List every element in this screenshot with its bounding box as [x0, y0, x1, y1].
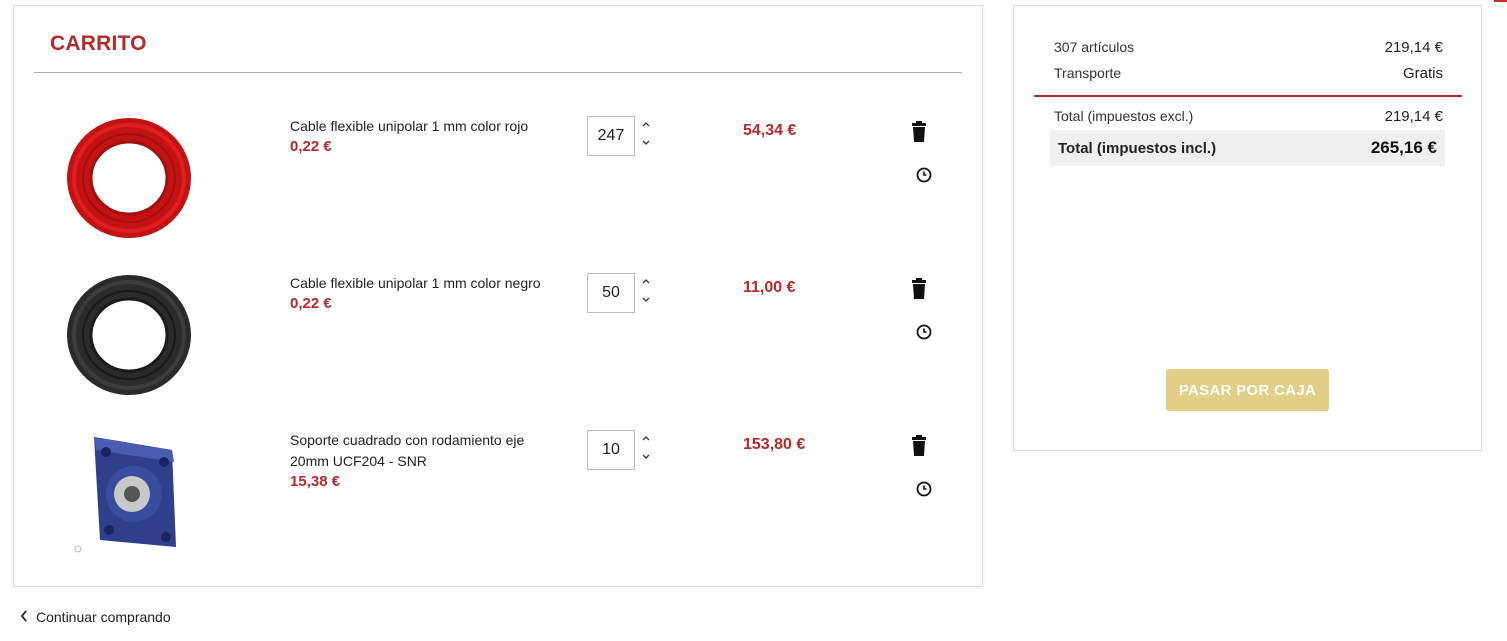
clock-icon[interactable] [915, 480, 933, 498]
total-incl-value: 265,16 € [1370, 138, 1437, 157]
summary-total-excl-row: Total (impuestos excl.) 219,14 € [1054, 108, 1443, 125]
summary-shipping-row: Transporte Gratis [1054, 65, 1443, 82]
product-name[interactable]: Cable flexible unipolar 1 mm color negro [290, 273, 555, 294]
chevron-left-icon [20, 609, 28, 625]
cart-item: Cable flexible unipolar 1 mm color negro… [14, 259, 982, 416]
chevron-up-icon[interactable] [639, 430, 653, 446]
total-excl-label: Total (impuestos excl.) [1054, 108, 1194, 124]
summary-total-incl-row: Total (impuestos incl.) 265,16 € [1050, 130, 1445, 166]
unit-price: 0,22 € [290, 138, 332, 155]
total-excl-value: 219,14 € [1384, 108, 1443, 125]
chevron-down-icon[interactable] [639, 291, 653, 307]
trash-icon[interactable] [909, 278, 929, 300]
trash-icon[interactable] [909, 121, 929, 143]
product-name[interactable]: Cable flexible unipolar 1 mm color rojo [290, 116, 555, 137]
summary-divider [1034, 95, 1462, 97]
summary-items-row: 307 artículos 219,14 € [1054, 39, 1443, 56]
chevron-down-icon[interactable] [639, 134, 653, 150]
product-image-black-cable[interactable] [64, 265, 194, 400]
quantity-input[interactable] [587, 116, 635, 156]
quantity-input[interactable] [587, 273, 635, 313]
clock-icon[interactable] [915, 166, 933, 184]
top-accent-strip [1494, 0, 1507, 2]
unit-price: 0,22 € [290, 295, 332, 312]
product-info: Cable flexible unipolar 1 mm color rojo … [290, 116, 555, 156]
product-info: Cable flexible unipolar 1 mm color negro… [290, 273, 555, 313]
line-total: 54,34 € [743, 122, 797, 139]
clock-icon[interactable] [915, 323, 933, 341]
checkout-button[interactable]: PASAR POR CAJA [1166, 369, 1329, 411]
continue-shopping-link[interactable]: Continuar comprando [20, 609, 171, 625]
product-name[interactable]: Soporte cuadrado con rodamiento eje 20mm… [290, 430, 555, 472]
total-incl-label: Total (impuestos incl.) [1058, 139, 1217, 157]
line-total: 153,80 € [743, 436, 806, 453]
cart-item: Soporte cuadrado con rodamiento eje 20mm… [14, 416, 982, 573]
shipping-label: Transporte [1054, 65, 1122, 81]
cart-panel: CARRITO Cable flexible unipolar 1 mm col… [13, 5, 983, 587]
chevron-down-icon[interactable] [639, 448, 653, 464]
items-count-label: 307 artículos [1054, 39, 1135, 55]
line-total: 11,00 € [743, 279, 796, 296]
quantity-input[interactable] [587, 430, 635, 470]
summary-panel: 307 artículos 219,14 € Transporte Gratis… [1013, 5, 1482, 451]
product-info: Soporte cuadrado con rodamiento eje 20mm… [290, 430, 555, 491]
shipping-value: Gratis [1402, 65, 1443, 82]
cart-title: CARRITO [50, 32, 147, 55]
product-image-bearing[interactable] [64, 422, 194, 557]
cart-item: Cable flexible unipolar 1 mm color rojo … [14, 102, 982, 259]
continue-shopping-label: Continuar comprando [36, 609, 171, 625]
chevron-up-icon[interactable] [639, 273, 653, 289]
trash-icon[interactable] [909, 435, 929, 457]
product-image-red-cable[interactable] [64, 108, 194, 243]
unit-price: 15,38 € [290, 473, 341, 490]
cart-divider [34, 72, 962, 73]
items-subtotal: 219,14 € [1384, 39, 1443, 56]
chevron-up-icon[interactable] [639, 116, 653, 132]
